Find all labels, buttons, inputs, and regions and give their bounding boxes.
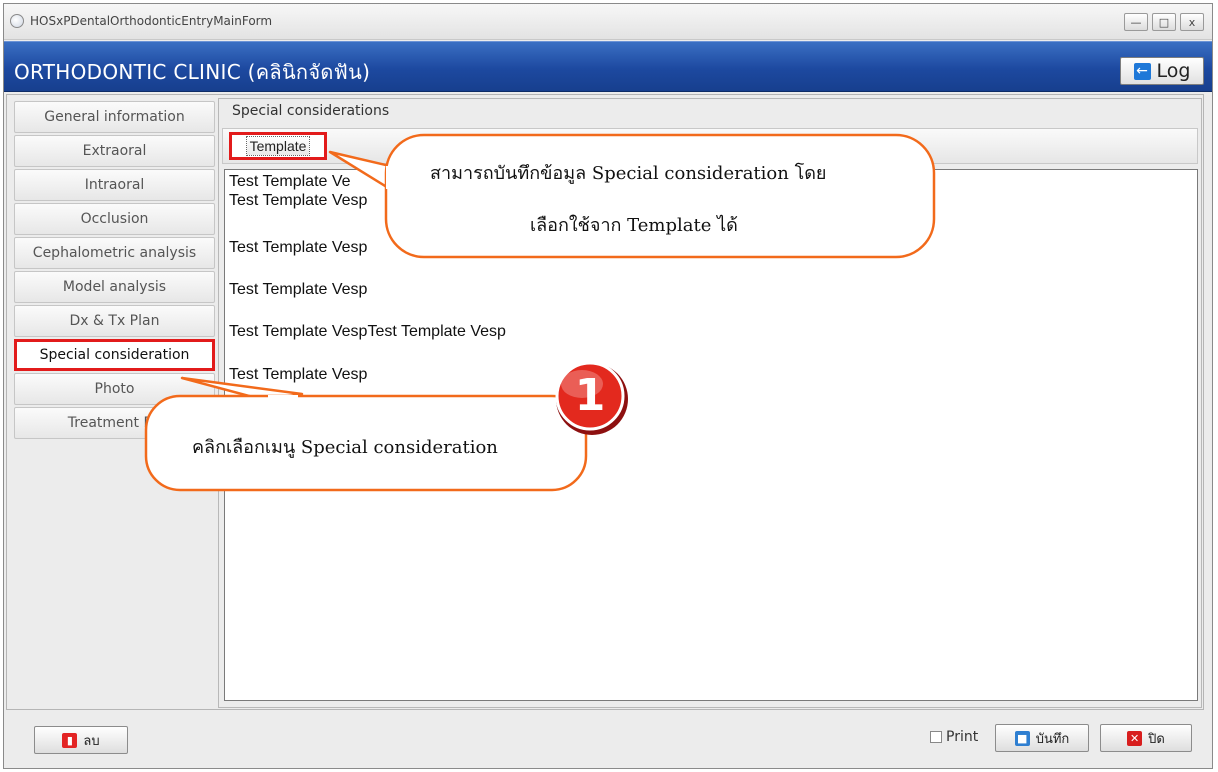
sidebar-item-extraoral[interactable]: Extraoral bbox=[14, 135, 215, 167]
save-disk-icon: ■ bbox=[1014, 730, 1030, 746]
step-number: 1 bbox=[574, 370, 606, 421]
text-line: Test Template Vesp bbox=[229, 239, 368, 256]
text-line: Test Template Vesp bbox=[229, 366, 368, 383]
app-icon bbox=[10, 14, 24, 28]
special-considerations-panel: Special considerations Template Test Tem… bbox=[218, 98, 1202, 708]
delete-button[interactable]: ▮ ลบ bbox=[34, 726, 128, 754]
text-line: Test Template Vesp bbox=[229, 192, 368, 209]
print-checkbox[interactable] bbox=[930, 731, 942, 743]
sidebar-item-treatment-record[interactable]: Treatment Re bbox=[14, 407, 215, 439]
top-callout-line2: เลือกใช้จาก Template ได้ bbox=[530, 215, 738, 236]
close-label: ปิด bbox=[1148, 731, 1165, 747]
window-controls: — □ x bbox=[1124, 13, 1204, 31]
delete-label: ลบ bbox=[83, 733, 100, 749]
exit-arrow-icon: ← bbox=[1133, 62, 1151, 80]
print-option[interactable]: Print bbox=[930, 729, 978, 745]
text-line: Test Template Vesp bbox=[229, 281, 368, 298]
trash-icon: ▮ bbox=[62, 732, 78, 748]
save-label: บันทึก bbox=[1035, 731, 1070, 747]
close-window-button[interactable]: x bbox=[1180, 13, 1204, 31]
title-bar[interactable]: HOSxPDentalOrthodonticEntryMainForm — □ … bbox=[4, 4, 1212, 40]
template-button-label: Template bbox=[245, 136, 311, 156]
template-button[interactable]: Template bbox=[229, 132, 327, 160]
app-header: ORTHODONTIC CLINIC (คลินิกจัดฟัน) ← Log bbox=[4, 41, 1212, 92]
sidebar-item-photo[interactable]: Photo bbox=[14, 373, 215, 405]
sidebar-item-intraoral[interactable]: Intraoral bbox=[14, 169, 215, 201]
close-button[interactable]: ✕ ปิด bbox=[1100, 724, 1192, 752]
text-line: Test Template Ve bbox=[229, 173, 351, 190]
log-button[interactable]: ← Log bbox=[1120, 57, 1204, 85]
maximize-button[interactable]: □ bbox=[1152, 13, 1176, 31]
text-line: Test Template VespTest Template Vesp bbox=[229, 323, 506, 340]
sidebar-item-model-analysis[interactable]: Model analysis bbox=[14, 271, 215, 303]
log-label: Log bbox=[1156, 60, 1191, 82]
minimize-button[interactable]: — bbox=[1124, 13, 1148, 31]
close-x-icon: ✕ bbox=[1127, 730, 1143, 746]
sidebar-menu: General information Extraoral Intraoral … bbox=[14, 101, 215, 441]
print-label: Print bbox=[946, 729, 979, 745]
sidebar-item-dx-tx-plan[interactable]: Dx & Tx Plan bbox=[14, 305, 215, 337]
clinic-title: ORTHODONTIC CLINIC (คลินิกจัดฟัน) bbox=[14, 60, 371, 84]
panel-title: Special considerations bbox=[232, 103, 390, 119]
window-title: HOSxPDentalOrthodonticEntryMainForm bbox=[30, 14, 273, 28]
save-button[interactable]: ■ บันทึก bbox=[995, 724, 1089, 752]
top-callout-line1: สามารถบันทึกข้อมูล Special consideration… bbox=[430, 163, 827, 184]
sidebar-item-general-information[interactable]: General information bbox=[14, 101, 215, 133]
bottom-callout-text: คลิกเลือกเมนู Special consideration bbox=[192, 437, 498, 458]
sidebar-item-cephalometric-analysis[interactable]: Cephalometric analysis bbox=[14, 237, 215, 269]
sidebar-item-special-consideration[interactable]: Special consideration bbox=[14, 339, 215, 371]
sidebar-item-occlusion[interactable]: Occlusion bbox=[14, 203, 215, 235]
